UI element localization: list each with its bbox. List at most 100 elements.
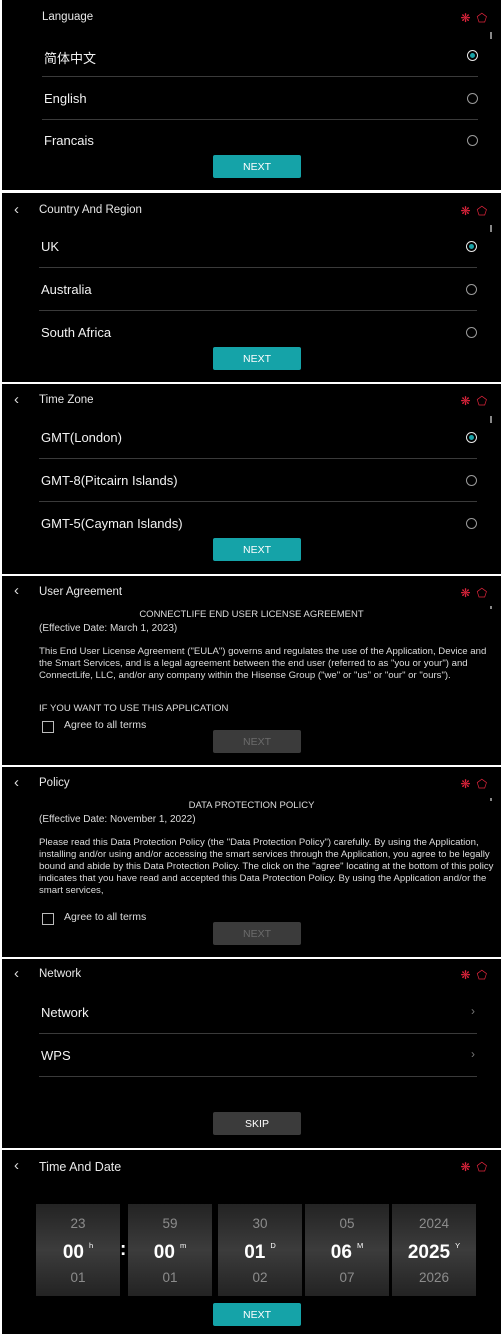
radio-icon[interactable] bbox=[466, 518, 477, 529]
back-arrow-icon[interactable]: ‹ bbox=[14, 1158, 28, 1174]
timezone-option[interactable]: GMT-8(Pitcairn Islands) bbox=[39, 459, 477, 502]
back-arrow-icon[interactable]: ‹ bbox=[14, 966, 28, 982]
picker-current-text: 06 bbox=[330, 1242, 352, 1263]
network-menu-item[interactable]: Network › bbox=[39, 991, 477, 1034]
radio-icon[interactable] bbox=[466, 284, 477, 295]
snowflake-icon: ❋ bbox=[460, 586, 477, 600]
header-icons: ❋⬠ bbox=[461, 205, 494, 217]
next-button[interactable]: NEXT bbox=[213, 1303, 301, 1326]
tag-icon: ⬠ bbox=[476, 1160, 493, 1174]
chevron-right-icon: › bbox=[471, 1004, 475, 1018]
document-title: CONNECTLIFE END USER LICENSE AGREEMENT bbox=[139, 609, 364, 620]
picker-current-value: 01 D bbox=[218, 1241, 302, 1264]
radio-selected-icon[interactable] bbox=[466, 241, 477, 252]
minute-picker[interactable]: 59 00 m 01 bbox=[128, 1204, 212, 1296]
picker-next-value: 07 bbox=[339, 1270, 355, 1285]
header-icons: ❋⬠ bbox=[461, 12, 494, 24]
header-icons: ❋⬠ bbox=[461, 778, 494, 790]
country-panel: ‹ Country And Region ❋⬠ UK Australia Sou… bbox=[2, 193, 501, 382]
picker-unit: M bbox=[356, 1241, 364, 1250]
document-body: This End User License Agreement ("EULA")… bbox=[39, 646, 487, 682]
page-title: Country And Region bbox=[39, 204, 142, 216]
picker-current-text: 01 bbox=[244, 1242, 266, 1263]
picker-next-value: 01 bbox=[162, 1270, 178, 1285]
picker-prev-value: 23 bbox=[70, 1216, 86, 1231]
radio-icon[interactable] bbox=[466, 475, 477, 486]
page-title: Policy bbox=[39, 777, 70, 789]
tag-icon: ⬠ bbox=[476, 968, 493, 982]
back-arrow-icon[interactable]: ‹ bbox=[14, 202, 28, 218]
language-option-label: English bbox=[44, 91, 87, 106]
timezone-option[interactable]: GMT(London) bbox=[39, 416, 477, 459]
radio-selected-icon[interactable] bbox=[466, 432, 477, 443]
network-menu-label: Network bbox=[41, 1005, 89, 1020]
radio-icon[interactable] bbox=[466, 327, 477, 338]
language-option-label: 简体中文 bbox=[44, 51, 97, 66]
next-button[interactable]: NEXT bbox=[213, 347, 301, 370]
user-agreement-panel: ‹ User Agreement ❋⬠ CONNECTLIFE END USER… bbox=[2, 576, 501, 765]
header-icons: ❋⬠ bbox=[461, 969, 494, 981]
country-option[interactable]: UK bbox=[39, 225, 477, 268]
language-option[interactable]: English bbox=[42, 77, 478, 120]
document-body-heading: IF YOU WANT TO USE THIS APPLICATION bbox=[39, 703, 229, 714]
page-title: Language bbox=[42, 11, 94, 23]
country-option-label: South Africa bbox=[41, 325, 112, 340]
tag-icon: ⬠ bbox=[476, 777, 493, 791]
snowflake-icon: ❋ bbox=[460, 204, 477, 218]
scrollbar[interactable] bbox=[490, 225, 492, 232]
timezone-option-label: GMT-8(Pitcairn Islands) bbox=[41, 473, 178, 488]
scrollbar[interactable] bbox=[490, 32, 492, 39]
snowflake-icon: ❋ bbox=[460, 11, 477, 25]
year-picker[interactable]: 2024 2025 Y 2026 bbox=[392, 1204, 476, 1296]
country-option[interactable]: Australia bbox=[39, 268, 477, 311]
skip-button[interactable]: SKIP bbox=[213, 1112, 301, 1135]
tag-icon: ⬠ bbox=[476, 204, 493, 218]
snowflake-icon: ❋ bbox=[460, 968, 477, 982]
page-title: Time And Date bbox=[39, 1160, 122, 1174]
time-separator: : bbox=[120, 1239, 127, 1260]
header-icons: ❋⬠ bbox=[461, 587, 494, 599]
agree-label: Agree to all terms bbox=[64, 719, 147, 731]
next-button[interactable]: NEXT bbox=[213, 922, 301, 945]
back-arrow-icon[interactable]: ‹ bbox=[14, 392, 28, 408]
policy-panel: ‹ Policy ❋⬠ DATA PROTECTION POLICY (Effe… bbox=[2, 767, 501, 957]
agree-checkbox[interactable] bbox=[42, 913, 54, 925]
language-panel: Language ❋⬠ 简体中文 English Francais NEXT bbox=[2, 0, 501, 190]
picker-unit: h bbox=[88, 1241, 94, 1250]
picker-unit: m bbox=[179, 1241, 187, 1250]
back-arrow-icon[interactable]: ‹ bbox=[14, 583, 28, 599]
back-arrow-icon[interactable]: ‹ bbox=[14, 775, 28, 791]
network-menu-item[interactable]: WPS › bbox=[39, 1034, 477, 1077]
day-picker[interactable]: 30 01 D 02 bbox=[218, 1204, 302, 1296]
timezone-option-label: GMT(London) bbox=[41, 430, 122, 445]
header-icons: ❋⬠ bbox=[461, 1161, 494, 1173]
scrollbar[interactable] bbox=[490, 416, 492, 423]
effective-date: (Effective Date: November 1, 2022) bbox=[39, 814, 196, 825]
radio-icon[interactable] bbox=[467, 93, 478, 104]
radio-icon[interactable] bbox=[467, 135, 478, 146]
country-option-label: UK bbox=[41, 239, 60, 254]
header-icons: ❋⬠ bbox=[461, 395, 494, 407]
next-button[interactable]: NEXT bbox=[213, 538, 301, 561]
page-title: User Agreement bbox=[39, 586, 123, 598]
hour-picker[interactable]: 23 00 h 01 bbox=[36, 1204, 120, 1296]
snowflake-icon: ❋ bbox=[460, 394, 477, 408]
picker-current-value: 06 M bbox=[305, 1241, 389, 1264]
picker-current-text: 00 bbox=[153, 1242, 175, 1263]
agree-checkbox[interactable] bbox=[42, 721, 54, 733]
picker-prev-value: 30 bbox=[252, 1216, 268, 1231]
month-picker[interactable]: 05 06 M 07 bbox=[305, 1204, 389, 1296]
picker-next-value: 01 bbox=[70, 1270, 86, 1285]
document-title: DATA PROTECTION POLICY bbox=[188, 800, 315, 811]
language-option[interactable]: 简体中文 bbox=[42, 34, 478, 77]
picker-next-value: 2026 bbox=[418, 1270, 450, 1285]
tag-icon: ⬠ bbox=[476, 586, 493, 600]
radio-selected-icon[interactable] bbox=[467, 50, 478, 61]
effective-date: (Effective Date: March 1, 2023) bbox=[39, 623, 178, 634]
tag-icon: ⬠ bbox=[476, 394, 493, 408]
picker-current-text: 00 bbox=[62, 1242, 84, 1263]
next-button[interactable]: NEXT bbox=[213, 730, 301, 753]
next-button[interactable]: NEXT bbox=[213, 155, 301, 178]
picker-unit: D bbox=[270, 1241, 276, 1250]
network-panel: ‹ Network ❋⬠ Network › WPS › SKIP bbox=[2, 959, 501, 1148]
